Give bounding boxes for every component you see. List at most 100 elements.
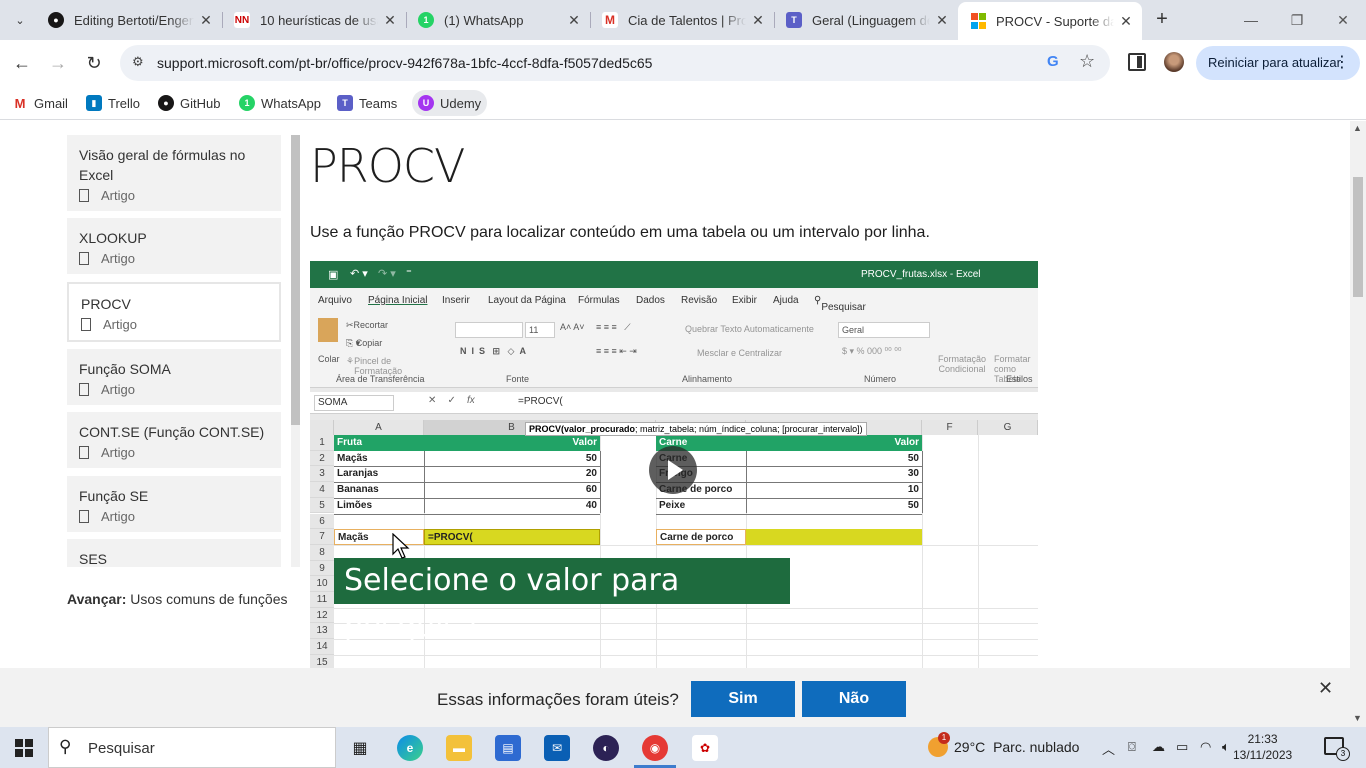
document-icon: [81, 318, 91, 331]
bookmark-whatsapp[interactable]: 1 WhatsApp: [233, 90, 327, 116]
sidebar-item-funcao-se[interactable]: Função SE Artigo: [67, 476, 281, 532]
undo-icon: ↶ ▾: [350, 268, 368, 280]
reload-icon[interactable]: ↻: [81, 50, 107, 76]
bookmark-star-icon[interactable]: ☆: [1079, 51, 1095, 72]
tab-nn-heuristics[interactable]: NN 10 heurísticas de usabilidade ✕: [222, 0, 406, 40]
search-icon: ⚲ Pesquisar: [814, 295, 866, 313]
clock[interactable]: 21:33 13/11/2023: [1233, 731, 1292, 763]
bookmark-github[interactable]: ● GitHub: [152, 90, 226, 116]
chrome-icon[interactable]: ◉: [634, 735, 676, 768]
url-text[interactable]: support.microsoft.com/pt-br/office/procv…: [157, 55, 652, 71]
play-icon[interactable]: [649, 446, 697, 494]
advance-link[interactable]: Avançar: Usos comuns de funções: [67, 591, 288, 607]
excel-ribbon: Colar ✂ Recortar ⎘ Copiar ▾ ⚘ Pincel de …: [310, 312, 1038, 388]
more-menu-icon[interactable]: ⋮: [1334, 46, 1350, 80]
tab-github[interactable]: ● Editing Bertoti/Engenharia ✕: [36, 0, 222, 40]
document-icon: [79, 446, 89, 459]
close-tab-icon[interactable]: ✕: [746, 12, 770, 29]
close-tab-icon[interactable]: ✕: [378, 12, 402, 29]
article-intro: Use a função PROCV para localizar conteú…: [310, 224, 930, 241]
volume-icon[interactable]: 🔈︎: [1222, 739, 1230, 755]
bookmark-gmail[interactable]: M Gmail: [6, 90, 74, 116]
tutorial-video[interactable]: ▣ ↶ ▾ ↷ ▾ ⁼ PROCV_frutas.xlsx - Excel Ar…: [310, 261, 1038, 727]
no-button[interactable]: Não: [802, 681, 906, 717]
udemy-icon: U: [418, 95, 434, 111]
eclipse-icon[interactable]: ◐: [593, 735, 619, 761]
fruit-table-header: Fruta Valor: [334, 435, 600, 451]
document-icon: [79, 383, 89, 396]
scroll-up-icon[interactable]: ▲: [1353, 123, 1362, 133]
tab-search-dropdown-icon[interactable]: ⌄: [8, 8, 32, 32]
onedrive-icon[interactable]: ☁: [1152, 739, 1165, 755]
site-info-icon[interactable]: ⚙: [132, 54, 144, 70]
address-bar[interactable]: ⚙ support.microsoft.com/pt-br/office/pro…: [120, 45, 1110, 81]
whatsapp-icon: 1: [239, 95, 255, 111]
close-tab-icon[interactable]: ✕: [194, 12, 218, 29]
task-view-icon[interactable]: ▦: [347, 735, 373, 761]
trello-icon: ▮: [86, 95, 102, 111]
battery-icon[interactable]: ▭: [1176, 739, 1188, 755]
excel-formula-bar: SOMA ✕ ✓ fx =PROCV(: [310, 392, 1038, 414]
sidebar-item-visao-geral[interactable]: Visão geral de fórmulas no Excel Artigo: [67, 135, 281, 211]
weather-widget[interactable]: 1 29°C Parc. nublado: [928, 732, 1079, 757]
document-icon: [79, 252, 89, 265]
wifi-icon[interactable]: ◠: [1200, 739, 1211, 755]
bookmark-trello[interactable]: ▮ Trello: [80, 90, 146, 116]
save-icon: ▣: [328, 269, 339, 281]
google-lens-icon[interactable]: G: [1047, 53, 1059, 70]
file-explorer-icon[interactable]: ▬: [446, 735, 472, 761]
close-tab-icon[interactable]: ✕: [930, 12, 954, 29]
notification-icon[interactable]: 3: [1324, 737, 1350, 761]
close-icon[interactable]: ✕: [1318, 678, 1333, 699]
tab-strip: ⌄ ● Editing Bertoti/Engenharia ✕ NN 10 h…: [0, 0, 1366, 40]
mail-icon[interactable]: ✉: [544, 735, 570, 761]
close-tab-icon[interactable]: ✕: [1114, 13, 1138, 30]
camera-icon[interactable]: ⌼: [1128, 739, 1136, 755]
weather-icon: 1: [928, 732, 950, 757]
sidebar-nav: Visão geral de fórmulas no Excel Artigo …: [67, 135, 282, 567]
search-icon: ⚲: [59, 737, 72, 756]
sidebar-item-xlookup[interactable]: XLOOKUP Artigo: [67, 218, 281, 274]
teams-icon: T: [786, 12, 802, 28]
github-icon: ●: [48, 12, 64, 28]
scroll-down-icon[interactable]: ▼: [1353, 713, 1362, 723]
edge-icon[interactable]: e: [397, 735, 423, 761]
sidebar-item-cont-se[interactable]: CONT.SE (Função CONT.SE) Artigo: [67, 412, 281, 468]
close-window-icon[interactable]: ✕: [1320, 0, 1366, 40]
page-title: PROCV: [310, 139, 465, 193]
new-tab-icon[interactable]: +: [1150, 8, 1174, 32]
page-content: Visão geral de fórmulas no Excel Artigo …: [0, 121, 1366, 727]
bookmark-udemy[interactable]: U Udemy: [412, 90, 488, 116]
sidebar-item-funcao-soma[interactable]: Função SOMA Artigo: [67, 349, 281, 405]
windows-start-icon[interactable]: [15, 739, 33, 757]
minimize-icon[interactable]: —: [1228, 0, 1274, 40]
sidebar-item-ses[interactable]: SES: [67, 539, 281, 567]
taskbar-search[interactable]: ⚲ Pesquisar: [48, 727, 336, 768]
store-icon[interactable]: ▤: [495, 735, 521, 761]
update-button[interactable]: Reiniciar para atualizar ⋮: [1196, 46, 1360, 80]
page-scrollbar[interactable]: ▲ ▼: [1350, 121, 1366, 727]
clipboard-icon: [318, 318, 338, 342]
tab-whatsapp[interactable]: 1 (1) WhatsApp ✕: [406, 0, 590, 40]
back-icon[interactable]: ←: [9, 50, 35, 76]
app-icon[interactable]: ✿: [692, 735, 718, 761]
tab-procv-active[interactable]: PROCV - Suporte da Microsoft ✕: [958, 2, 1142, 40]
tab-teams[interactable]: T Geral (Linguagem de ✕: [774, 0, 958, 40]
forward-icon[interactable]: →: [45, 50, 71, 76]
meat-table-header: Carne Valor: [656, 435, 922, 451]
bookmarks-bar: M Gmail ▮ Trello ● GitHub 1 WhatsApp T T…: [0, 86, 1366, 120]
side-panel-icon[interactable]: [1128, 53, 1146, 71]
nn-icon: NN: [234, 12, 250, 28]
customize-icon: ⁼: [406, 267, 412, 279]
restore-icon[interactable]: ❐: [1274, 0, 1320, 40]
sidebar-item-procv[interactable]: PROCV Artigo: [67, 282, 281, 342]
profile-avatar[interactable]: [1164, 52, 1184, 72]
tab-cia-talentos[interactable]: M Cia de Talentos | Processo ✕: [590, 0, 774, 40]
bookmark-teams[interactable]: T Teams: [331, 90, 403, 116]
close-tab-icon[interactable]: ✕: [562, 12, 586, 29]
chevron-up-icon[interactable]: ︿: [1102, 739, 1115, 758]
github-icon: ●: [158, 95, 174, 111]
microsoft-icon: [970, 13, 986, 29]
sidebar-scrollbar[interactable]: [291, 135, 300, 567]
yes-button[interactable]: Sim: [691, 681, 795, 717]
